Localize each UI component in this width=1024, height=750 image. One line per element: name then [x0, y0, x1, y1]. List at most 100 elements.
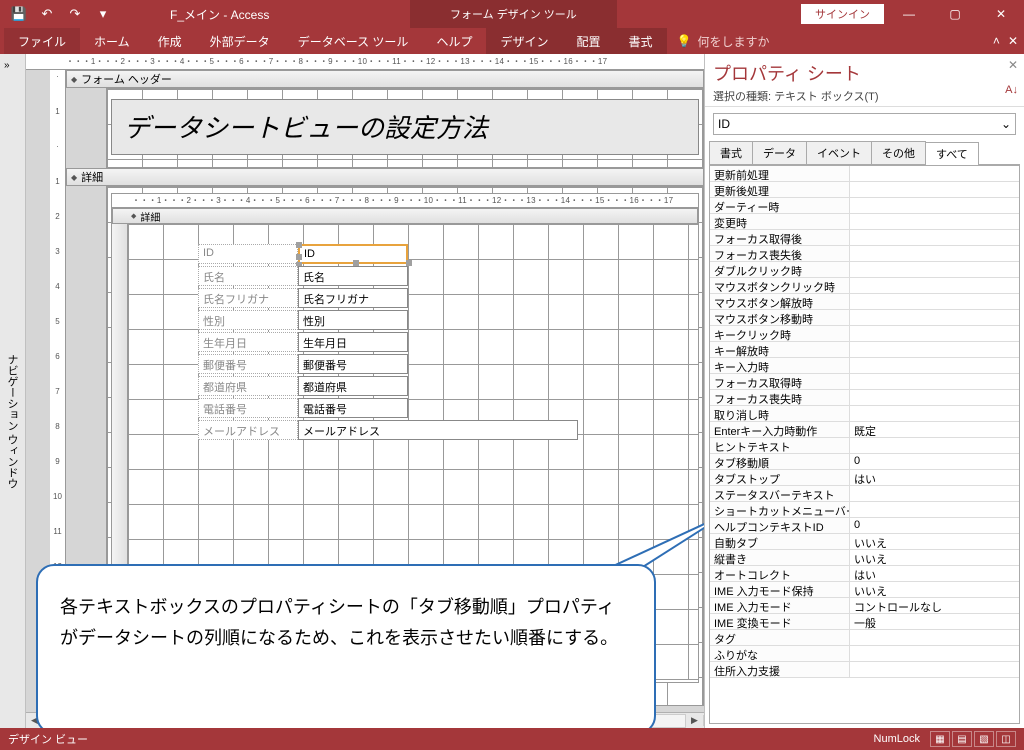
- field-label[interactable]: 氏名フリガナ: [198, 288, 298, 308]
- tab-help[interactable]: ヘルプ: [422, 28, 486, 54]
- maximize-icon[interactable]: ▢: [932, 0, 978, 28]
- tab-dbtools[interactable]: データベース ツール: [284, 28, 423, 54]
- field-textbox[interactable]: 氏名フリガナ: [298, 288, 408, 308]
- field-textbox[interactable]: 生年月日: [298, 332, 408, 352]
- tell-me-label: 何をしますか: [697, 33, 769, 50]
- property-tab[interactable]: その他: [871, 141, 926, 164]
- window-close-icon[interactable]: ✕: [1008, 34, 1018, 48]
- tab-design[interactable]: デザイン: [486, 28, 562, 54]
- property-row[interactable]: ダブルクリック時: [710, 262, 1019, 278]
- field-textbox[interactable]: 電話番号: [298, 398, 408, 418]
- expand-nav-icon[interactable]: »: [4, 60, 10, 71]
- property-row[interactable]: キー解放時: [710, 342, 1019, 358]
- field-label[interactable]: 都道府県: [198, 376, 298, 396]
- property-row[interactable]: タブストップはい: [710, 470, 1019, 486]
- field-textbox[interactable]: 氏名: [298, 266, 408, 286]
- tab-arrange[interactable]: 配置: [562, 28, 614, 54]
- property-sheet-title: プロパティ シート: [713, 60, 1016, 86]
- property-row[interactable]: タブ移動順0: [710, 454, 1019, 470]
- chevron-down-icon: ⌄: [1001, 117, 1011, 131]
- field-label[interactable]: 生年月日: [198, 332, 298, 352]
- tell-me[interactable]: 💡 何をしますか: [667, 33, 770, 50]
- ribbon-collapse-icon[interactable]: ˄: [993, 34, 1000, 48]
- view-layout-icon[interactable]: ▧: [974, 731, 994, 747]
- property-row[interactable]: 更新後処理: [710, 182, 1019, 198]
- property-tab[interactable]: 書式: [709, 141, 753, 164]
- property-row[interactable]: マウスボタンクリック時: [710, 278, 1019, 294]
- property-tab[interactable]: すべて: [925, 142, 979, 165]
- callout-text: 各テキストボックスのプロパティシートの「タブ移動順」プロパティがデータシートの列…: [60, 597, 618, 648]
- tab-file[interactable]: ファイル: [4, 28, 80, 54]
- save-icon[interactable]: 💾: [8, 3, 30, 25]
- field-textbox[interactable]: メールアドレス: [298, 420, 578, 440]
- property-row[interactable]: 変更時: [710, 214, 1019, 230]
- property-row[interactable]: フォーカス取得後: [710, 230, 1019, 246]
- property-row[interactable]: 縦書きいいえ: [710, 550, 1019, 566]
- field-textbox[interactable]: 性別: [298, 310, 408, 330]
- property-row[interactable]: IME 入力モード保持いいえ: [710, 582, 1019, 598]
- property-row[interactable]: 住所入力支援: [710, 662, 1019, 678]
- property-row[interactable]: キー入力時: [710, 358, 1019, 374]
- property-object-dropdown[interactable]: ID ⌄: [713, 113, 1016, 135]
- field-textbox[interactable]: 郵便番号: [298, 354, 408, 374]
- property-row[interactable]: 更新前処理: [710, 166, 1019, 182]
- property-sheet-subtitle: 選択の種類: テキスト ボックス(T): [713, 88, 1016, 104]
- form-title-label[interactable]: データシートビューの設定方法: [111, 99, 699, 155]
- view-form-icon[interactable]: ▦: [930, 731, 950, 747]
- nav-pane-label: ナビゲーション ウィンドウ: [4, 354, 20, 489]
- close-icon[interactable]: ✕: [978, 0, 1024, 28]
- undo-icon[interactable]: ↶: [36, 3, 58, 25]
- titlebar: 💾 ↶ ↷ ▾ F_メイン - Access フォーム デザイン ツール サイン…: [0, 0, 1024, 28]
- field-label[interactable]: ID: [198, 244, 298, 264]
- field-label[interactable]: メールアドレス: [198, 420, 298, 440]
- minimize-icon[interactable]: —: [886, 0, 932, 28]
- property-row[interactable]: ショートカットメニューバー: [710, 502, 1019, 518]
- property-row[interactable]: フォーカス取得時: [710, 374, 1019, 390]
- property-row[interactable]: キークリック時: [710, 326, 1019, 342]
- subform-section-detail[interactable]: 詳細: [112, 208, 698, 224]
- view-datasheet-icon[interactable]: ▤: [952, 731, 972, 747]
- field-textbox[interactable]: ID: [298, 244, 408, 264]
- property-grid[interactable]: 更新前処理更新後処理ダーティー時変更時フォーカス取得後フォーカス喪失後ダブルクリ…: [709, 165, 1020, 724]
- tab-create[interactable]: 作成: [144, 28, 196, 54]
- property-row[interactable]: フォーカス喪失後: [710, 246, 1019, 262]
- property-tab[interactable]: イベント: [806, 141, 872, 164]
- scroll-right-icon[interactable]: ▶: [686, 715, 704, 726]
- property-row[interactable]: IME 変換モード一般: [710, 614, 1019, 630]
- property-row[interactable]: Enterキー入力時動作既定: [710, 422, 1019, 438]
- property-row[interactable]: マウスボタン移動時: [710, 310, 1019, 326]
- section-detail[interactable]: 詳細: [66, 168, 704, 186]
- property-row[interactable]: IME 入力モードコントロールなし: [710, 598, 1019, 614]
- section-form-header[interactable]: フォーム ヘッダー: [66, 70, 704, 88]
- redo-icon[interactable]: ↷: [64, 3, 86, 25]
- field-label[interactable]: 電話番号: [198, 398, 298, 418]
- property-row[interactable]: ダーティー時: [710, 198, 1019, 214]
- contextual-tool-title: フォーム デザイン ツール: [410, 0, 617, 28]
- property-row[interactable]: 自動タブいいえ: [710, 534, 1019, 550]
- property-tab[interactable]: データ: [752, 141, 807, 164]
- property-row[interactable]: ヒントテキスト: [710, 438, 1019, 454]
- property-row[interactable]: ステータスバーテキスト: [710, 486, 1019, 502]
- property-row[interactable]: ふりがな: [710, 646, 1019, 662]
- tab-external[interactable]: 外部データ: [196, 28, 284, 54]
- property-row[interactable]: 取り消し時: [710, 406, 1019, 422]
- app-title: F_メイン - Access: [170, 6, 269, 23]
- field-textbox[interactable]: 都道府県: [298, 376, 408, 396]
- status-numlock: NumLock: [874, 733, 920, 745]
- field-label[interactable]: 郵便番号: [198, 354, 298, 374]
- property-row[interactable]: ヘルプコンテキストID0: [710, 518, 1019, 534]
- view-design-icon[interactable]: ◫: [996, 731, 1016, 747]
- property-row[interactable]: オートコレクトはい: [710, 566, 1019, 582]
- field-label[interactable]: 性別: [198, 310, 298, 330]
- field-label[interactable]: 氏名: [198, 266, 298, 286]
- tab-home[interactable]: ホーム: [80, 28, 144, 54]
- property-row[interactable]: タグ: [710, 630, 1019, 646]
- qat-customize-icon[interactable]: ▾: [92, 3, 114, 25]
- property-row[interactable]: フォーカス喪失時: [710, 390, 1019, 406]
- property-row[interactable]: マウスボタン解放時: [710, 294, 1019, 310]
- property-close-icon[interactable]: ✕: [1008, 58, 1018, 72]
- nav-pane-collapsed[interactable]: » ナビゲーション ウィンドウ: [0, 54, 26, 728]
- property-sort-icon[interactable]: A↓: [1005, 84, 1018, 96]
- tab-format[interactable]: 書式: [614, 28, 666, 54]
- signin-button[interactable]: サインイン: [801, 4, 884, 24]
